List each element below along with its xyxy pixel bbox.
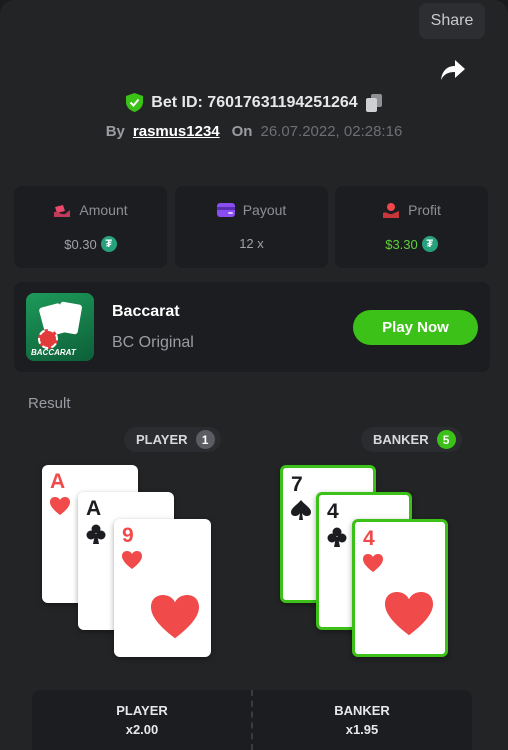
baccarat-thumbnail[interactable]: BACCARAT (26, 293, 94, 361)
payout-stat: Payout 12 x (175, 186, 328, 268)
share-button[interactable]: Share (419, 3, 485, 39)
odds-bar: PLAYER x2.00 BANKER x1.95 (32, 690, 472, 750)
shield-check-icon (126, 93, 144, 112)
heart-suit-icon (122, 551, 142, 569)
player-badge: PLAYER 1 (124, 427, 221, 452)
share-arrow-icon[interactable] (440, 58, 466, 82)
card-rank: 4 (327, 500, 339, 523)
player-score: 1 (195, 430, 215, 449)
username-link[interactable]: rasmus1234 (133, 123, 220, 140)
banker-odds: BANKER x1.95 (252, 690, 472, 750)
tether-icon: ₮ (100, 236, 117, 252)
game-subtitle: BC Original (112, 334, 194, 351)
heart-suit-icon (50, 497, 70, 515)
card-rank: 4 (363, 527, 375, 550)
game-card: BACCARAT Baccarat BC Original Play Now (14, 282, 490, 372)
amount-stat: Amount $0.30 ₮ (14, 186, 167, 268)
player-odds-label: PLAYER (116, 703, 168, 718)
banker-score: 5 (436, 430, 456, 449)
wallet-icon (216, 203, 235, 217)
card-rank: A (50, 470, 66, 493)
profit-value: $3.30 (385, 236, 418, 252)
thumbnail-text: BACCARAT (31, 348, 76, 357)
heart-suit-large-icon (151, 595, 199, 639)
bet-id-text: Bet ID: 76017631194251264 (151, 93, 358, 111)
player-label: PLAYER (136, 432, 188, 447)
banker-label: BANKER (373, 432, 429, 447)
club-suit-icon (86, 524, 106, 544)
play-now-button[interactable]: Play Now (353, 310, 478, 345)
payout-label: Payout (242, 202, 287, 218)
game-name: Baccarat (112, 303, 180, 320)
result-label: Result (28, 395, 71, 412)
spade-suit-icon (291, 500, 311, 520)
club-suit-icon (327, 527, 347, 547)
tether-icon: ₮ (421, 236, 438, 252)
card-rank: 9 (122, 524, 134, 547)
playing-card: 9 (114, 519, 211, 657)
profit-stat: Profit $3.30 ₮ (335, 186, 488, 268)
bet-detail-panel: Share Bet ID: 76017631194251264 By rasmu… (0, 0, 508, 750)
heart-suit-large-icon (385, 592, 433, 636)
profit-icon (383, 202, 400, 218)
heart-suit-icon (363, 554, 383, 572)
amount-value: $0.30 (64, 236, 97, 252)
card-rank: 7 (291, 473, 303, 496)
card-rank: A (86, 497, 102, 520)
bet-meta-row: By rasmus1234 On 26.07.2022, 02:28:16 (0, 123, 508, 140)
banker-odds-value: x1.95 (345, 722, 379, 737)
by-label: By (105, 123, 125, 140)
on-label: On (231, 123, 253, 140)
bet-id-row: Bet ID: 76017631194251264 (0, 93, 508, 112)
payout-value: 12 x (239, 236, 264, 251)
bet-date: 26.07.2022, 02:28:16 (260, 123, 403, 140)
amount-label: Amount (79, 202, 128, 218)
player-odds-value: x2.00 (125, 722, 159, 737)
amount-icon (54, 204, 71, 217)
profit-label: Profit (408, 202, 441, 218)
playing-card: 4 (352, 519, 448, 657)
banker-badge: BANKER 5 (361, 427, 462, 452)
player-odds: PLAYER x2.00 (32, 690, 252, 750)
banker-odds-label: BANKER (334, 703, 390, 718)
copy-icon[interactable] (365, 93, 382, 112)
